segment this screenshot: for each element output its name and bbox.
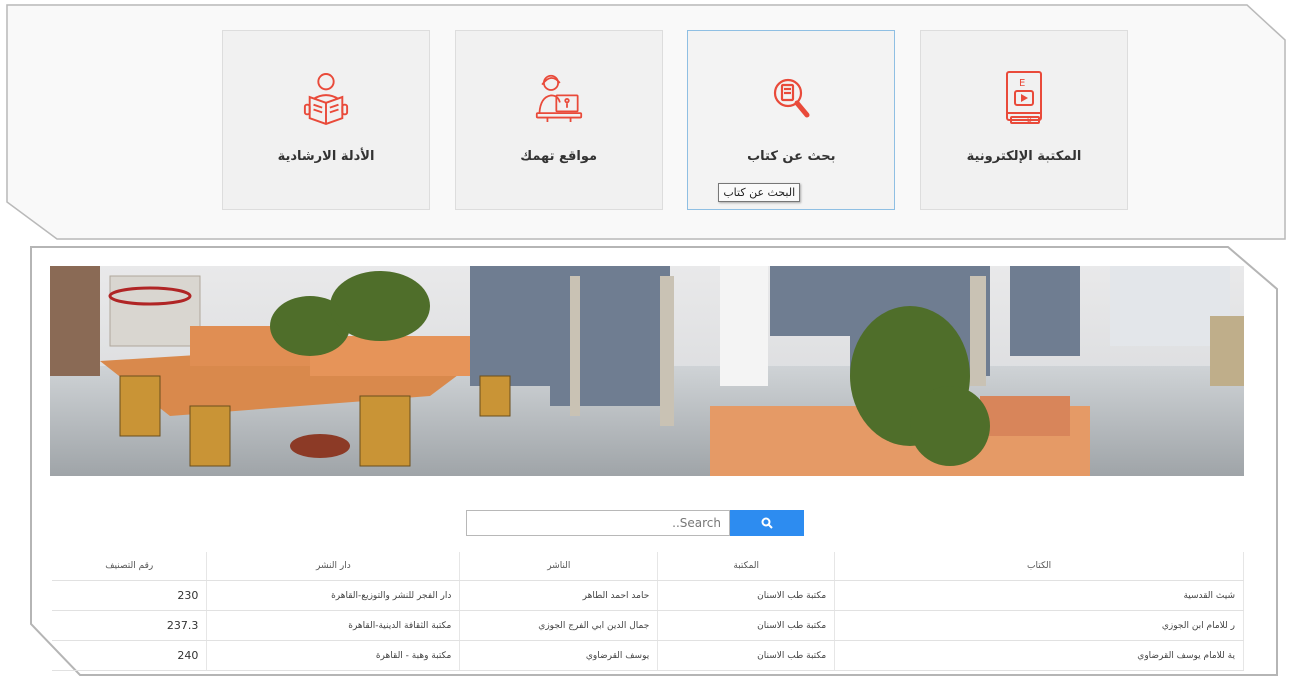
tile-label: بحث عن كتاب: [747, 149, 836, 164]
library: مكتبة طب الاسنان: [657, 610, 836, 641]
tile-book-search[interactable]: بحث عن كتاب البحث عن كتاب: [687, 30, 896, 210]
tile-label: مواقع تهمك: [520, 149, 598, 164]
classification-number: 240: [52, 640, 208, 671]
book-title: ر للامام ابن الجوزي: [834, 610, 1244, 641]
services-panel: E B المكتبة الإلكترونية بحث عن كتاب البح…: [6, 4, 1286, 240]
services-tiles: E B المكتبة الإلكترونية بحث عن كتاب البح…: [222, 30, 1128, 212]
tile-useful-sites[interactable]: مواقع تهمك: [454, 30, 663, 210]
library-banner-image: [50, 266, 1244, 476]
svg-text:B: B: [1027, 116, 1032, 124]
book-search-bar: [466, 510, 804, 536]
publishing-house: مكتبة الثقافة الدينية-القاهرة: [206, 610, 461, 641]
library: مكتبة طب الاسنان: [657, 580, 836, 611]
publishing-house: دار الفجر للنشر والتوزيع-القاهرة: [206, 580, 461, 611]
column-header[interactable]: دار النشر: [206, 552, 461, 581]
tooltip: البحث عن كتاب: [718, 183, 801, 202]
library: مكتبة طب الاسنان: [657, 640, 836, 671]
reading-person-icon: [302, 67, 350, 129]
column-header[interactable]: الكتاب: [834, 552, 1244, 581]
books-table: رقم التصنيف دار النشر الناشر المكتبة الك…: [52, 552, 1244, 671]
ebook-icon: E B: [1000, 67, 1048, 129]
tile-label: الأدلة الارشادية: [277, 149, 375, 164]
table-header-row: رقم التصنيف دار النشر الناشر المكتبة الك…: [52, 552, 1244, 581]
publisher: يوسف القرضاوي: [459, 640, 659, 671]
column-header[interactable]: الناشر: [459, 552, 659, 581]
book-search-icon: [767, 67, 815, 129]
table-row[interactable]: 237.3 مكتبة الثقافة الدينية-القاهرة جمال…: [52, 610, 1244, 641]
column-header[interactable]: رقم التصنيف: [52, 552, 208, 581]
classification-number: 230: [52, 580, 208, 611]
column-header[interactable]: المكتبة: [657, 552, 836, 581]
publisher: حامد احمد الطاهر: [459, 580, 659, 611]
search-button[interactable]: [730, 510, 804, 536]
search-icon: [761, 517, 773, 529]
book-title: شيث القدسية: [834, 580, 1244, 611]
table-row[interactable]: 240 مكتبة وهبة - القاهرة يوسف القرضاوي م…: [52, 640, 1244, 671]
tile-guides[interactable]: الأدلة الارشادية: [222, 30, 430, 210]
search-input[interactable]: [466, 510, 730, 536]
classification-number: 237.3: [52, 610, 208, 641]
person-computer-icon: [535, 67, 583, 129]
publisher: جمال الدين ابي الفرج الجوزي: [459, 610, 659, 641]
book-title: ية للامام يوسف القرضاوي: [834, 640, 1244, 671]
table-row[interactable]: 230 دار الفجر للنشر والتوزيع-القاهرة حام…: [52, 580, 1244, 611]
svg-text:E: E: [1019, 78, 1025, 89]
tile-label: المكتبة الإلكترونية: [966, 149, 1082, 164]
publishing-house: مكتبة وهبة - القاهرة: [206, 640, 461, 671]
tile-e-library[interactable]: E B المكتبة الإلكترونية: [919, 30, 1128, 210]
